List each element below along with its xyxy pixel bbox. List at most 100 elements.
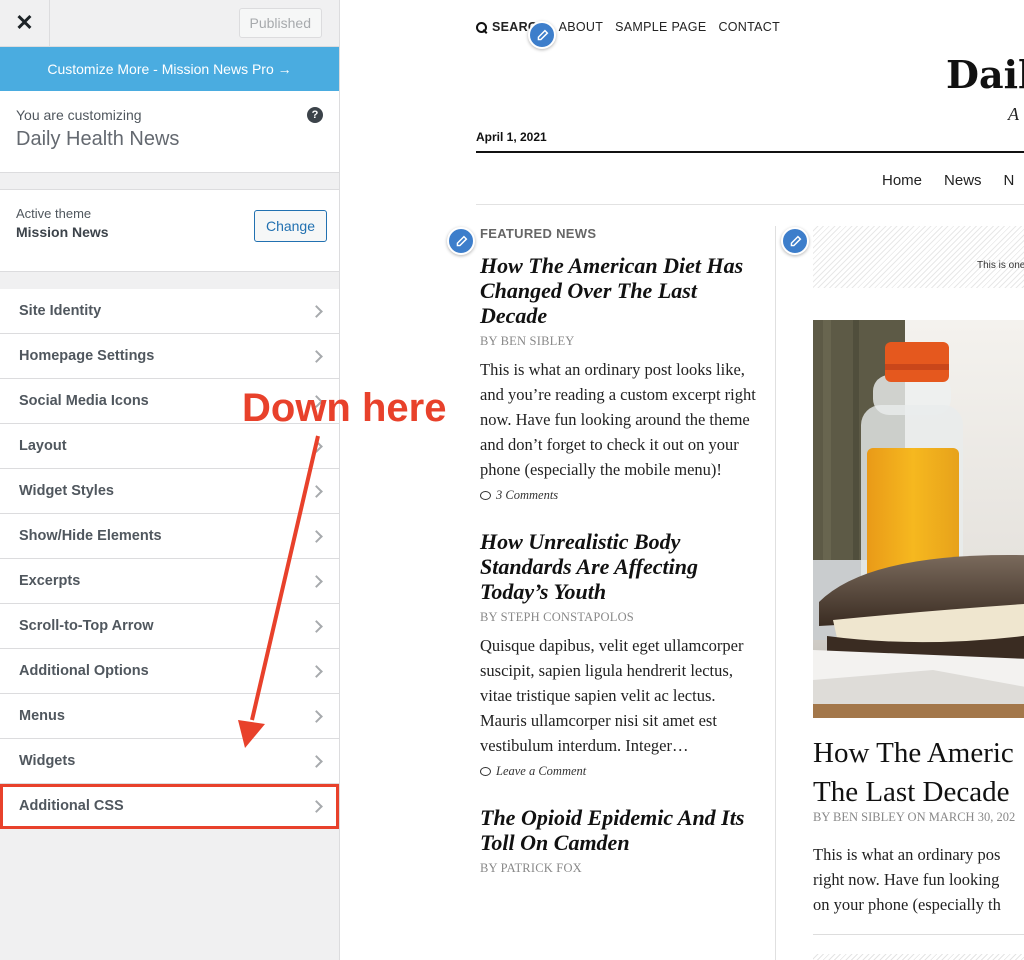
- site-tagline: A: [1008, 104, 1019, 124]
- widget-placeholder: This is one: [813, 226, 1024, 288]
- section-widgets[interactable]: Widgets: [0, 739, 339, 784]
- featured-news-heading: FEATURED NEWS: [480, 226, 597, 241]
- chevron-right-icon: [310, 304, 323, 318]
- section-label: Site Identity: [19, 303, 102, 319]
- featured-post-image[interactable]: [813, 320, 1024, 718]
- section-label: Social Media Icons: [19, 393, 149, 409]
- search-icon: [476, 21, 487, 33]
- pencil-icon: [790, 235, 801, 246]
- comments-link[interactable]: 3 Comments: [480, 488, 760, 503]
- main-navigation: Home News N: [882, 172, 1014, 189]
- section-label: Widget Styles: [19, 483, 114, 499]
- post-item: The Opioid Epidemic And Its Toll On Camd…: [480, 805, 760, 876]
- hero-title-line: The Last Decade: [813, 776, 1010, 808]
- section-label: Widgets: [19, 753, 76, 769]
- pencil-icon: [456, 235, 467, 246]
- comment-icon: [480, 767, 491, 776]
- hero-excerpt-line: on your phone (especially th: [813, 895, 1001, 914]
- widget-placeholder-bottom: [813, 954, 1024, 960]
- customizer-sections: Site Identity Homepage Settings Social M…: [0, 289, 339, 829]
- section-additional-options[interactable]: Additional Options: [0, 649, 339, 694]
- post-byline: BY STEPH CONSTAPOLOS: [480, 610, 634, 624]
- published-button[interactable]: Published: [238, 8, 322, 38]
- juice-and-sandwich-photo: [813, 320, 1024, 718]
- section-menus[interactable]: Menus: [0, 694, 339, 739]
- nav-link-about[interactable]: ABOUT: [559, 20, 604, 34]
- section-label: Menus: [19, 708, 65, 724]
- customizing-info: You are customizing Daily Health News ?: [0, 91, 339, 173]
- chevron-right-icon: [310, 574, 323, 588]
- help-icon[interactable]: ?: [307, 107, 323, 123]
- section-label: Homepage Settings: [19, 348, 155, 364]
- customizer-topbar: ✕ Published: [0, 0, 339, 47]
- post-item: How Unrealistic Body Standards Are Affec…: [480, 529, 760, 779]
- featured-news-widget: FEATURED NEWS How The American Diet Has …: [480, 226, 760, 902]
- section-label: Excerpts: [19, 573, 81, 589]
- post-title[interactable]: How Unrealistic Body Standards Are Affec…: [480, 529, 760, 604]
- current-date: April 1, 2021: [476, 130, 547, 144]
- post-item: How The American Diet Has Changed Over T…: [480, 253, 760, 503]
- section-show-hide-elements[interactable]: Show/Hide Elements: [0, 514, 339, 559]
- post-title[interactable]: The Opioid Epidemic And Its Toll On Camd…: [480, 805, 760, 855]
- chevron-right-icon: [310, 754, 323, 768]
- main-nav-home[interactable]: Home: [882, 172, 922, 189]
- chevron-right-icon: [310, 484, 323, 498]
- site-preview: SEARCH ABOUT SAMPLE PAGE CONTACT Daily A…: [341, 0, 1024, 960]
- site-title[interactable]: Daily: [946, 52, 1024, 97]
- pencil-icon: [537, 29, 548, 40]
- edit-shortcut-featured[interactable]: [447, 227, 475, 255]
- nav-link-contact[interactable]: CONTACT: [718, 20, 780, 34]
- section-excerpts[interactable]: Excerpts: [0, 559, 339, 604]
- chevron-right-icon: [310, 799, 323, 813]
- section-homepage-settings[interactable]: Homepage Settings: [0, 334, 339, 379]
- comment-icon: [480, 491, 491, 500]
- hero-excerpt-line: right now. Have fun looking: [813, 870, 1000, 889]
- hero-excerpt-line: This is what an ordinary pos: [813, 845, 1001, 864]
- chevron-right-icon: [310, 709, 323, 723]
- main-nav-item[interactable]: N: [1004, 172, 1015, 189]
- nav-link-sample-page[interactable]: SAMPLE PAGE: [615, 20, 706, 34]
- post-excerpt: Quisque dapibus, velit eget ullamcorper …: [480, 636, 744, 755]
- site-name: Daily Health News: [16, 128, 180, 150]
- section-label: Show/Hide Elements: [19, 528, 162, 544]
- edit-shortcut-widget[interactable]: [781, 227, 809, 255]
- hero-divider: [813, 934, 1024, 935]
- comments-label: Leave a Comment: [496, 764, 587, 778]
- customizer-sidebar: ✕ Published Customize More - Mission New…: [0, 0, 340, 960]
- nav-divider: [476, 204, 1024, 205]
- active-theme-panel: Active theme Mission News Change: [0, 189, 339, 272]
- section-widget-styles[interactable]: Widget Styles: [0, 469, 339, 514]
- comments-label: 3 Comments: [496, 488, 559, 502]
- hero-title-line: How The Americ: [813, 737, 1014, 769]
- hero-post-title[interactable]: How The Americ The Last Decade: [813, 734, 1014, 812]
- post-excerpt: This is what an ordinary post looks like…: [480, 360, 756, 479]
- chevron-right-icon: [310, 619, 323, 633]
- edit-shortcut-menu[interactable]: [528, 21, 556, 49]
- widget-text: This is one: [977, 260, 1024, 271]
- post-title[interactable]: How The American Diet Has Changed Over T…: [480, 253, 760, 328]
- post-byline: BY BEN SIBLEY: [480, 334, 575, 348]
- chevron-right-icon: [310, 349, 323, 363]
- chevron-right-icon: [310, 439, 323, 453]
- chevron-right-icon: [310, 529, 323, 543]
- hero-excerpt: This is what an ordinary pos right now. …: [813, 842, 1001, 917]
- change-theme-button[interactable]: Change: [253, 210, 327, 242]
- hero-byline: BY BEN SIBLEY ON MARCH 30, 202: [813, 810, 1016, 824]
- upsell-banner-link[interactable]: Customize More - Mission News Pro →: [0, 47, 339, 91]
- customizing-label: You are customizing: [16, 107, 142, 123]
- section-label: Scroll-to-Top Arrow: [19, 618, 154, 634]
- section-site-identity[interactable]: Site Identity: [0, 289, 339, 334]
- close-icon: ✕: [15, 10, 34, 35]
- annotation-label: Down here: [242, 386, 447, 430]
- main-nav-news[interactable]: News: [944, 172, 982, 189]
- section-label: Additional CSS: [19, 798, 124, 814]
- comments-link[interactable]: Leave a Comment: [480, 764, 760, 779]
- top-navigation: SEARCH ABOUT SAMPLE PAGE CONTACT: [476, 20, 780, 34]
- close-customizer-button[interactable]: ✕: [0, 0, 50, 47]
- post-byline: BY PATRICK FOX: [480, 861, 582, 875]
- section-label: Layout: [19, 438, 67, 454]
- chevron-right-icon: [310, 664, 323, 678]
- section-label: Additional Options: [19, 663, 149, 679]
- section-additional-css[interactable]: Additional CSS: [0, 784, 339, 829]
- section-scroll-to-top-arrow[interactable]: Scroll-to-Top Arrow: [0, 604, 339, 649]
